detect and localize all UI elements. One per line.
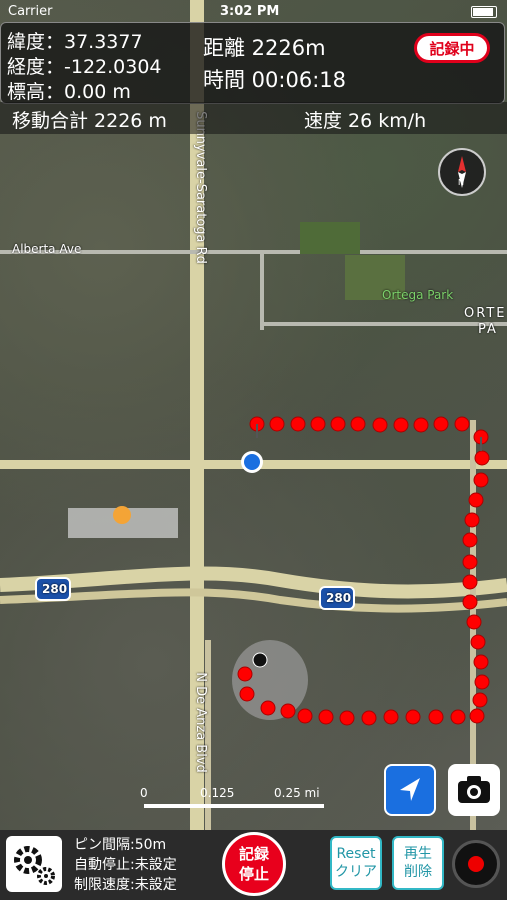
current-location-dot: [244, 454, 260, 470]
auto-stop-text: 自動停止:未設定: [74, 857, 177, 873]
map-label-orte: ORTE: [464, 306, 507, 321]
longitude-value: 経度：-122.0304: [7, 56, 162, 78]
map-label-pa: PA: [478, 322, 498, 337]
status-bar: Carrier 3:02 PM: [0, 0, 507, 22]
info-panel: 緯度：37.3377 経度：-122.0304 標高：0.00 m 距離 222…: [0, 22, 505, 104]
battery-icon: [471, 6, 497, 18]
gear-icon: [14, 846, 55, 885]
reset-clear-button[interactable]: Reset クリア: [330, 836, 382, 890]
total-distance-value: 移動合計 2226 m: [12, 110, 167, 132]
side-road-2: [260, 322, 507, 326]
camera-button[interactable]: [448, 764, 500, 816]
park-area: [300, 222, 360, 254]
altitude-value: 標高：0.00 m: [7, 81, 131, 103]
stop-label-line1: 記録: [238, 845, 269, 863]
clock: 3:02 PM: [220, 4, 280, 19]
compass-button[interactable]: N: [438, 148, 486, 196]
highway-label-280-west: 280: [42, 582, 68, 596]
map-label-alberta-ave: Alberta Ave: [12, 242, 82, 256]
settings-button[interactable]: [6, 836, 62, 892]
stop-recording-button[interactable]: 記録 停止: [222, 832, 286, 896]
route-start-pin: [252, 652, 268, 668]
current-location-button[interactable]: [384, 764, 436, 816]
reset-label-line1: Reset: [336, 846, 376, 862]
scale-end: 0.25 mi: [274, 786, 320, 800]
scale-mid: 0.125: [200, 786, 235, 800]
highway-label-280-east: 280: [326, 591, 352, 605]
latitude-value: 緯度：37.3377: [7, 31, 143, 53]
speed-limit-text: 制限速度:未設定: [74, 877, 177, 893]
record-icon[interactable]: [452, 840, 500, 888]
speed-value: 速度 26 km/h: [304, 110, 427, 132]
scale-zero: 0: [140, 786, 148, 800]
carrier-label: Carrier: [8, 4, 53, 19]
reset-label-line2: クリア: [335, 864, 377, 880]
distance-value: 距離 2226m: [203, 36, 326, 60]
scale-bar: [144, 804, 324, 808]
map-label-sunnyvale-saratoga: Sunnyvale-Saratoga Rd: [192, 111, 208, 264]
recording-badge[interactable]: 記録中: [414, 33, 490, 63]
location-arrow-icon: [400, 778, 420, 801]
playback-delete-button[interactable]: 再生 削除: [392, 836, 444, 890]
bottom-toolbar: ピン間隔:50m 自動停止:未設定 制限速度:未設定 記録 停止 Reset ク…: [0, 830, 507, 900]
stop-label-line2: 停止: [238, 865, 269, 883]
play-label-line1: 再生: [404, 846, 432, 862]
map-scale: 0 0.125 0.25 mi: [140, 786, 330, 816]
svg-text:N: N: [458, 178, 464, 187]
play-label-line2: 削除: [404, 864, 432, 880]
map-label-n-de-anza: N De Anza Blvd: [192, 672, 208, 773]
compass-icon: N: [458, 156, 466, 188]
side-road: [260, 250, 264, 330]
shopping-icon: [113, 506, 131, 524]
summary-bar: 移動合計 2226 m 速度 26 km/h: [0, 102, 507, 134]
highway-280: [0, 566, 507, 599]
pin-interval-text: ピン間隔:50m: [74, 837, 167, 853]
map-label-ortega-park: Ortega Park: [382, 288, 454, 302]
camera-icon: [458, 776, 490, 803]
elapsed-time-value: 時間 00:06:18: [203, 68, 346, 92]
